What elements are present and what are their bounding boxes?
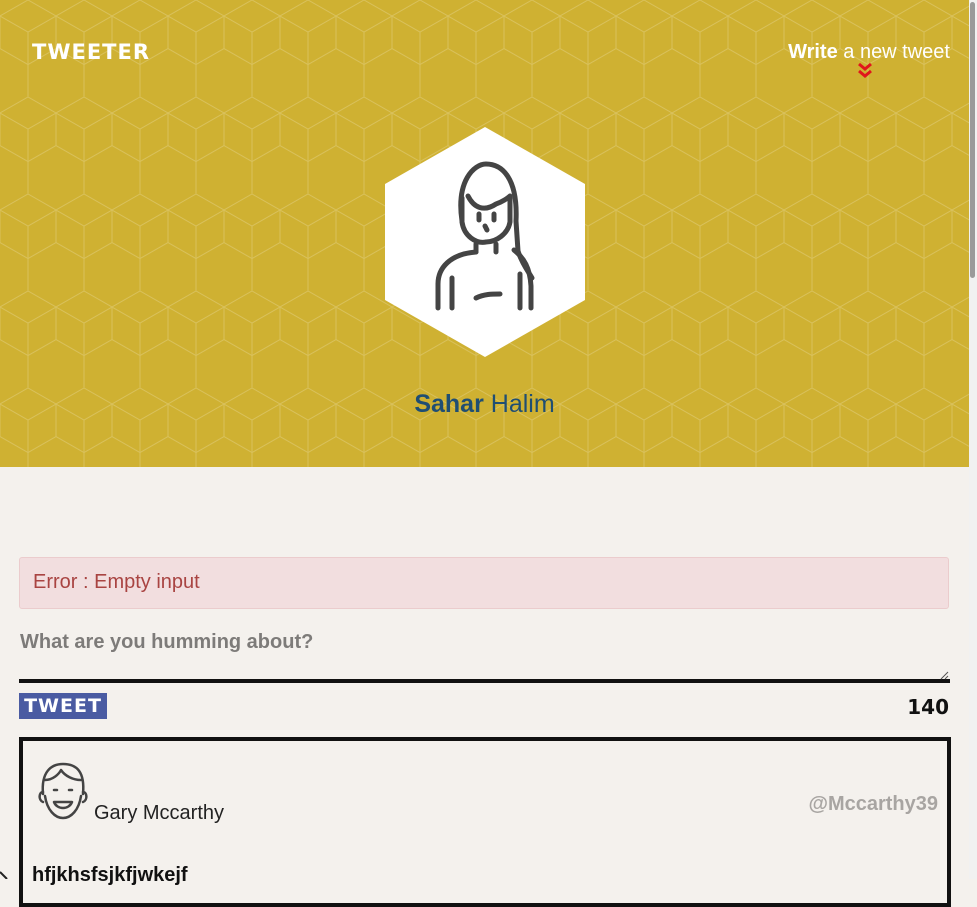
- scrollbar-thumb[interactable]: [970, 2, 975, 278]
- write-link-rest: a new tweet: [837, 41, 950, 63]
- resize-grip-icon[interactable]: [940, 671, 949, 680]
- tweet-button[interactable]: TWEET: [19, 693, 107, 719]
- profile-avatar: [385, 127, 585, 357]
- error-alert: Error : Empty input: [19, 557, 949, 609]
- tweet-input[interactable]: [19, 627, 950, 683]
- tweet-text: hfjkhsfsjkfjwkejf: [32, 864, 188, 886]
- profile-header: TWEETER Write a new tweet Sahar Halim: [0, 0, 969, 467]
- tweet-author-name: Gary Mccarthy: [94, 802, 225, 824]
- character-counter: 140: [907, 695, 949, 719]
- profile-first-name: Sahar: [414, 390, 484, 418]
- tweet-author-handle[interactable]: @Mccarthy39: [808, 793, 938, 816]
- profile-last-name: Halim: [490, 390, 555, 418]
- write-link-bold: Write: [788, 41, 838, 63]
- double-chevron-down-icon[interactable]: [856, 62, 874, 80]
- smiling-man-avatar-icon: [38, 762, 88, 820]
- corner-arrow-icon: [0, 871, 8, 879]
- profile-name: Sahar Halim: [0, 390, 969, 419]
- write-new-tweet-link[interactable]: Write a new tweet: [788, 41, 950, 80]
- app-logo[interactable]: TWEETER: [32, 40, 150, 64]
- page-scrollbar[interactable]: [969, 0, 977, 879]
- tweet-card: Gary Mccarthy @Mccarthy39 hfjkhsfsjkfjwk…: [19, 737, 951, 907]
